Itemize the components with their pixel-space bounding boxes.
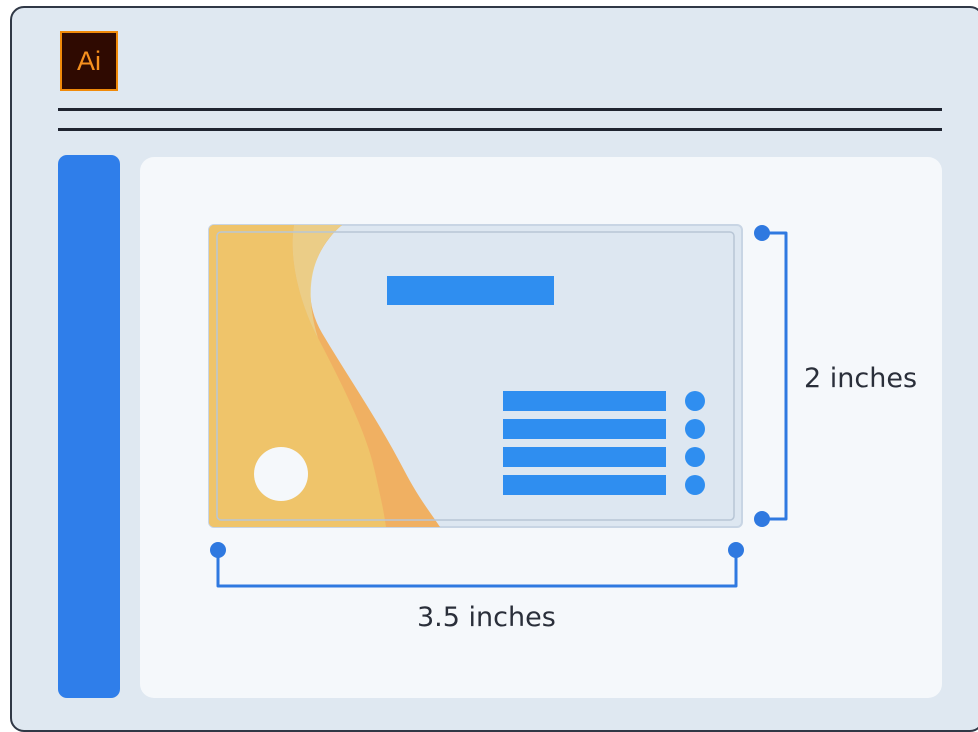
height-dimension-label: 2 inches bbox=[804, 363, 918, 394]
business-card bbox=[208, 224, 743, 528]
width-dimension-label: 3.5 inches bbox=[417, 602, 556, 633]
card-info-line bbox=[503, 475, 666, 495]
card-title-bar bbox=[387, 276, 554, 305]
dimension-endpoint bbox=[210, 542, 226, 558]
card-info-dot bbox=[685, 475, 705, 495]
card-info-dot bbox=[685, 447, 705, 467]
card-logo-circle bbox=[254, 447, 308, 501]
card-info-line bbox=[503, 419, 666, 439]
dimension-endpoint bbox=[728, 542, 744, 558]
dimension-endpoint bbox=[754, 511, 770, 527]
card-info-dot bbox=[685, 391, 705, 411]
height-dimension-line bbox=[754, 225, 788, 527]
card-info-line bbox=[503, 391, 666, 411]
width-dimension-line bbox=[210, 542, 744, 588]
card-info-dot bbox=[685, 419, 705, 439]
card-info-line bbox=[503, 447, 666, 467]
dimension-endpoint bbox=[754, 225, 770, 241]
